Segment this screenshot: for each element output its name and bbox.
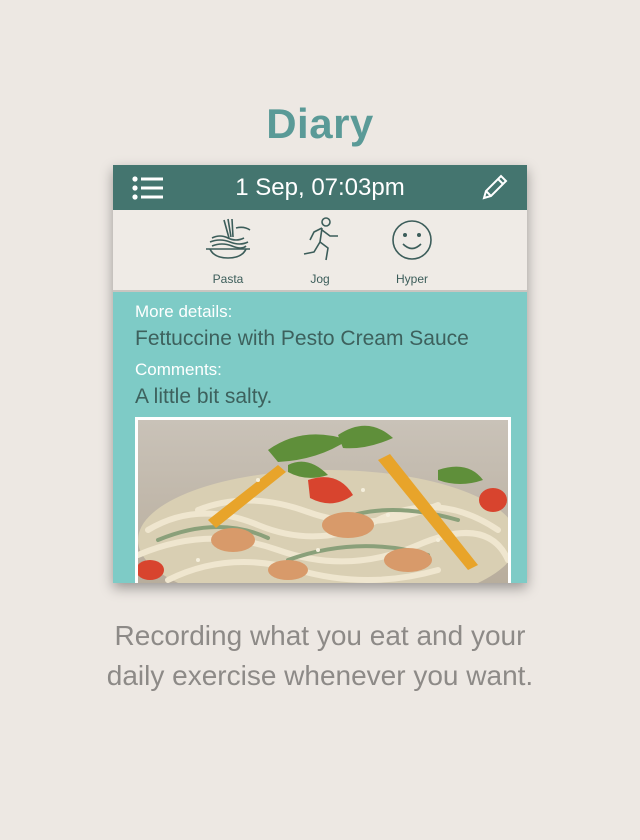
running-person-icon — [303, 217, 338, 261]
comments-label: Comments: — [135, 360, 222, 379]
edit-button[interactable] — [477, 171, 511, 205]
page-title: Diary — [266, 100, 374, 147]
activity-label: Pasta — [212, 272, 244, 286]
pencil-icon — [482, 174, 508, 200]
activity-pasta[interactable]: Pasta — [193, 216, 263, 286]
comments-value: A little bit salty. — [135, 385, 273, 408]
details-label: More details: — [135, 302, 233, 321]
activity-jog[interactable]: Jog — [285, 216, 355, 286]
activity-label: Jog — [310, 272, 330, 286]
smiley-face-icon — [392, 220, 432, 260]
entry-datetime: 1 Sep, 07:03pm — [235, 174, 405, 201]
entry-details: More details: Fettuccine with Pesto Crea… — [135, 302, 515, 410]
activity-label: Hyper — [395, 272, 428, 286]
diary-card: 1 Sep, 07:03pm Pasta Jog Hyper More deta… — [113, 165, 527, 583]
activity-hyper[interactable]: Hyper — [377, 216, 447, 286]
caption-line-2: daily exercise whenever you want. — [106, 660, 534, 691]
top-bar: 1 Sep, 07:03pm — [113, 165, 527, 210]
food-photo[interactable] — [135, 417, 511, 583]
pasta-photo-image — [138, 420, 508, 583]
feature-caption: Recording what you eat and your daily ex… — [0, 616, 640, 696]
pasta-icon — [206, 218, 251, 259]
caption-line-1: Recording what you eat and your — [114, 620, 526, 651]
activity-bar: Pasta Jog Hyper — [113, 210, 527, 292]
details-value: Fettuccine with Pesto Cream Sauce — [135, 327, 469, 350]
